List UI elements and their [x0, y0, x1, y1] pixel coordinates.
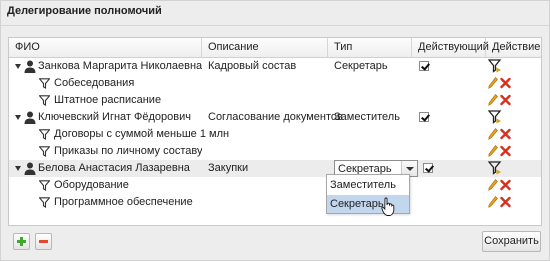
table-row[interactable]: Приказы по личному составу — [9, 143, 541, 160]
delegation-grid: ФИО Описание Тип Действующий Действие За… — [8, 37, 542, 226]
filter-icon — [39, 95, 50, 106]
remove-button[interactable] — [35, 233, 52, 250]
delegation-window: Делегирование полномочий ФИО Описание Ти… — [0, 0, 550, 261]
type-dropdown-list: Заместитель Секретарь — [326, 174, 410, 214]
active-checkbox[interactable] — [419, 112, 429, 122]
window-title: Делегирование полномочий — [1, 1, 549, 26]
delete-icon[interactable] — [500, 196, 511, 208]
filter-icon — [39, 197, 50, 208]
expand-toggle-icon[interactable] — [15, 115, 21, 120]
document-group-name: Собеседования — [54, 77, 135, 89]
delete-icon[interactable] — [500, 179, 511, 191]
filter-icon — [39, 180, 50, 191]
document-group-name: Программное обеспечение — [54, 196, 193, 208]
dropdown-option-highlighted[interactable]: Секретарь — [327, 195, 409, 213]
table-row[interactable]: Оборудование — [9, 177, 541, 194]
filter-icon — [39, 129, 50, 140]
minus-icon — [39, 240, 48, 243]
user-icon — [24, 162, 36, 175]
add-button[interactable] — [13, 233, 30, 250]
pencil-icon[interactable] — [488, 77, 498, 89]
column-header-fio[interactable]: ФИО — [9, 38, 202, 57]
hand-cursor-icon — [381, 197, 395, 216]
table-row-selected[interactable]: Белова Анастасия Лазаревна Закупки Секре… — [9, 160, 541, 177]
table-row[interactable]: Штатное расписание — [9, 92, 541, 109]
table-row[interactable]: Ключевский Игнат Фёдорович Согласование … — [9, 109, 541, 126]
filter-icon — [39, 146, 50, 157]
delegation-type[interactable]: Заместитель — [334, 109, 400, 126]
active-checkbox[interactable] — [419, 61, 429, 71]
delegate-filter-icon[interactable] — [488, 110, 502, 125]
table-row[interactable]: Договоры с суммой меньше 1 млн — [9, 126, 541, 143]
delegation-description: Закупки — [208, 162, 249, 174]
delete-icon[interactable] — [500, 77, 511, 89]
filter-icon — [39, 78, 50, 89]
delegation-type[interactable]: Секретарь — [334, 58, 388, 75]
pencil-icon[interactable] — [488, 179, 498, 191]
save-button[interactable]: Сохранить — [482, 231, 541, 252]
column-header-active[interactable]: Действующий — [412, 38, 489, 57]
grid-header: ФИО Описание Тип Действующий Действие — [9, 38, 541, 58]
plus-icon — [17, 237, 26, 246]
delete-icon[interactable] — [500, 128, 511, 140]
user-icon — [24, 60, 36, 73]
table-row[interactable]: Программное обеспечение — [9, 194, 541, 211]
table-row[interactable]: Занкова Маргарита Николаевна Кадровый со… — [9, 58, 541, 75]
dropdown-option[interactable]: Заместитель — [327, 176, 409, 194]
delegate-filter-icon[interactable] — [488, 59, 502, 74]
document-group-name: Приказы по личному составу — [54, 145, 203, 157]
person-name: Ключевский Игнат Фёдорович — [38, 111, 191, 123]
document-group-name: Оборудование — [54, 179, 129, 191]
delegation-description: Кадровый состав — [208, 60, 297, 72]
column-header-type[interactable]: Тип — [328, 38, 412, 57]
expand-toggle-icon[interactable] — [15, 166, 21, 171]
column-header-description[interactable]: Описание — [202, 38, 328, 57]
column-header-action[interactable]: Действие — [486, 38, 541, 57]
delete-icon[interactable] — [500, 145, 511, 157]
pencil-icon[interactable] — [488, 128, 498, 140]
person-name: Белова Анастасия Лазаревна — [38, 162, 190, 174]
expand-toggle-icon[interactable] — [15, 64, 21, 69]
active-checkbox[interactable] — [423, 163, 433, 173]
table-row[interactable]: Собеседования — [9, 75, 541, 92]
delegation-description: Согласование документов — [208, 111, 343, 123]
document-group-name: Договоры с суммой меньше 1 млн — [54, 128, 230, 140]
delete-icon[interactable] — [500, 94, 511, 106]
delegate-filter-icon[interactable] — [488, 161, 502, 176]
pencil-icon[interactable] — [488, 196, 498, 208]
user-icon — [24, 111, 36, 124]
pencil-icon[interactable] — [488, 145, 498, 157]
person-name: Занкова Маргарита Николаевна — [38, 60, 203, 72]
document-group-name: Штатное расписание — [54, 94, 162, 106]
pencil-icon[interactable] — [488, 94, 498, 106]
